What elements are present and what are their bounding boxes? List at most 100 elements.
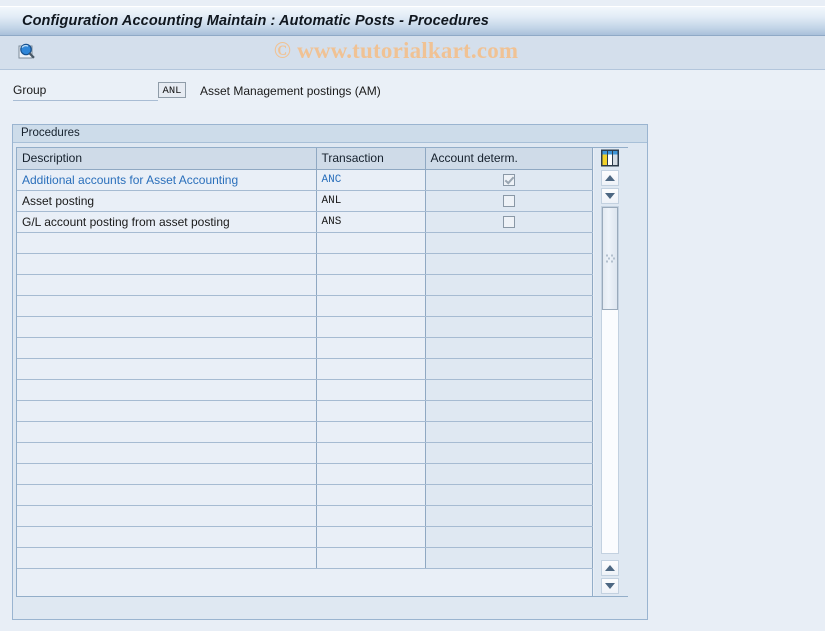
procedures-table: Description Transaction Account determ. … — [17, 148, 593, 569]
table-row-empty[interactable] — [17, 505, 593, 527]
cell-transaction[interactable]: ANL — [316, 190, 426, 212]
cell-empty[interactable] — [425, 295, 593, 317]
table-row-empty[interactable] — [17, 316, 593, 338]
table-row-empty[interactable] — [17, 547, 593, 569]
cell-empty[interactable] — [17, 505, 317, 527]
table-row-empty[interactable] — [17, 379, 593, 401]
cell-empty[interactable] — [425, 253, 593, 275]
group-row: Group ANL Asset Management postings (AM) — [0, 70, 825, 110]
table-row-empty[interactable] — [17, 274, 593, 296]
table-row-empty[interactable] — [17, 442, 593, 464]
cell-empty[interactable] — [316, 400, 426, 422]
cell-empty[interactable] — [425, 400, 593, 422]
column-header-transaction[interactable]: Transaction — [316, 148, 426, 170]
account-determ-checkbox[interactable] — [502, 195, 515, 208]
scroll-up-button[interactable] — [601, 170, 619, 186]
cell-empty[interactable] — [425, 442, 593, 464]
cell-empty[interactable] — [17, 421, 317, 443]
cell-empty[interactable] — [316, 253, 426, 275]
cell-description[interactable]: Additional accounts for Asset Accounting — [17, 169, 317, 191]
cell-account-determ — [425, 211, 593, 233]
table-row-empty[interactable] — [17, 358, 593, 380]
table-row-empty[interactable] — [17, 400, 593, 422]
cell-empty[interactable] — [425, 463, 593, 485]
cell-empty[interactable] — [425, 358, 593, 380]
cell-empty[interactable] — [17, 253, 317, 275]
table-row-empty[interactable] — [17, 463, 593, 485]
display-button[interactable] — [14, 40, 40, 64]
group-description: Asset Management postings (AM) — [200, 84, 381, 98]
table-row[interactable]: Asset posting ANL — [17, 190, 593, 212]
cell-empty[interactable] — [316, 316, 426, 338]
cell-empty[interactable] — [425, 526, 593, 548]
table-row-empty[interactable] — [17, 526, 593, 548]
cell-empty[interactable] — [17, 400, 317, 422]
procedures-panel-title: Procedures — [21, 127, 80, 139]
cell-description[interactable]: Asset posting — [17, 190, 317, 212]
cell-empty[interactable] — [425, 421, 593, 443]
cell-empty[interactable] — [316, 358, 426, 380]
cell-empty[interactable] — [17, 358, 317, 380]
grid-scroll-column — [594, 148, 628, 596]
cell-empty[interactable] — [17, 295, 317, 317]
account-determ-checkbox[interactable] — [502, 216, 515, 229]
cell-empty[interactable] — [316, 337, 426, 359]
cell-empty[interactable] — [425, 379, 593, 401]
cell-empty[interactable] — [17, 274, 317, 296]
cell-empty[interactable] — [316, 547, 426, 569]
cell-empty[interactable] — [316, 295, 426, 317]
cell-transaction[interactable]: ANS — [316, 211, 426, 233]
table-row-empty[interactable] — [17, 421, 593, 443]
table-row[interactable]: G/L account posting from asset posting AN… — [17, 211, 593, 233]
table-settings-icon[interactable] — [600, 149, 620, 167]
cell-empty[interactable] — [17, 379, 317, 401]
cell-empty[interactable] — [17, 463, 317, 485]
table-row-empty[interactable] — [17, 484, 593, 506]
window-title: Configuration Accounting Maintain : Auto… — [22, 13, 489, 29]
page-down-button[interactable] — [601, 578, 619, 594]
table-row-empty[interactable] — [17, 295, 593, 317]
procedures-panel: Procedures Description Transaction Accou… — [12, 124, 648, 620]
table-header-row: Description Transaction Account determ. — [17, 148, 593, 170]
page-up-button[interactable] — [601, 560, 619, 576]
cell-empty[interactable] — [17, 547, 317, 569]
cell-empty[interactable] — [17, 484, 317, 506]
cell-empty[interactable] — [425, 274, 593, 296]
cell-empty[interactable] — [17, 442, 317, 464]
cell-empty[interactable] — [425, 547, 593, 569]
page-up-icon — [605, 565, 615, 571]
cell-empty[interactable] — [17, 526, 317, 548]
cell-account-determ — [425, 190, 593, 212]
cell-empty[interactable] — [316, 421, 426, 443]
cell-empty[interactable] — [316, 526, 426, 548]
cell-transaction[interactable]: ANC — [316, 169, 426, 191]
cell-empty[interactable] — [316, 232, 426, 254]
cell-empty[interactable] — [425, 316, 593, 338]
cell-empty[interactable] — [316, 505, 426, 527]
column-header-account-determ[interactable]: Account determ. — [425, 148, 593, 170]
cell-empty[interactable] — [316, 379, 426, 401]
cell-description[interactable]: G/L account posting from asset posting — [17, 211, 317, 233]
scrollbar-track[interactable] — [601, 206, 619, 554]
scrollbar-thumb[interactable] — [602, 207, 618, 310]
scrollbar-grip-icon — [606, 254, 615, 263]
cell-empty[interactable] — [425, 232, 593, 254]
cell-empty[interactable] — [17, 337, 317, 359]
account-determ-checkbox[interactable] — [502, 174, 515, 187]
table-row-empty[interactable] — [17, 337, 593, 359]
cell-empty[interactable] — [316, 484, 426, 506]
group-code-field[interactable]: ANL — [158, 82, 186, 98]
table-row-empty[interactable] — [17, 253, 593, 275]
cell-empty[interactable] — [17, 232, 317, 254]
cell-empty[interactable] — [425, 337, 593, 359]
cell-empty[interactable] — [425, 505, 593, 527]
cell-empty[interactable] — [316, 463, 426, 485]
cell-empty[interactable] — [316, 442, 426, 464]
scroll-down-button[interactable] — [601, 188, 619, 204]
cell-empty[interactable] — [316, 274, 426, 296]
table-row-empty[interactable] — [17, 232, 593, 254]
column-header-description[interactable]: Description — [17, 148, 317, 170]
cell-empty[interactable] — [17, 316, 317, 338]
cell-empty[interactable] — [425, 484, 593, 506]
table-row[interactable]: Additional accounts for Asset Accounting… — [17, 169, 593, 191]
